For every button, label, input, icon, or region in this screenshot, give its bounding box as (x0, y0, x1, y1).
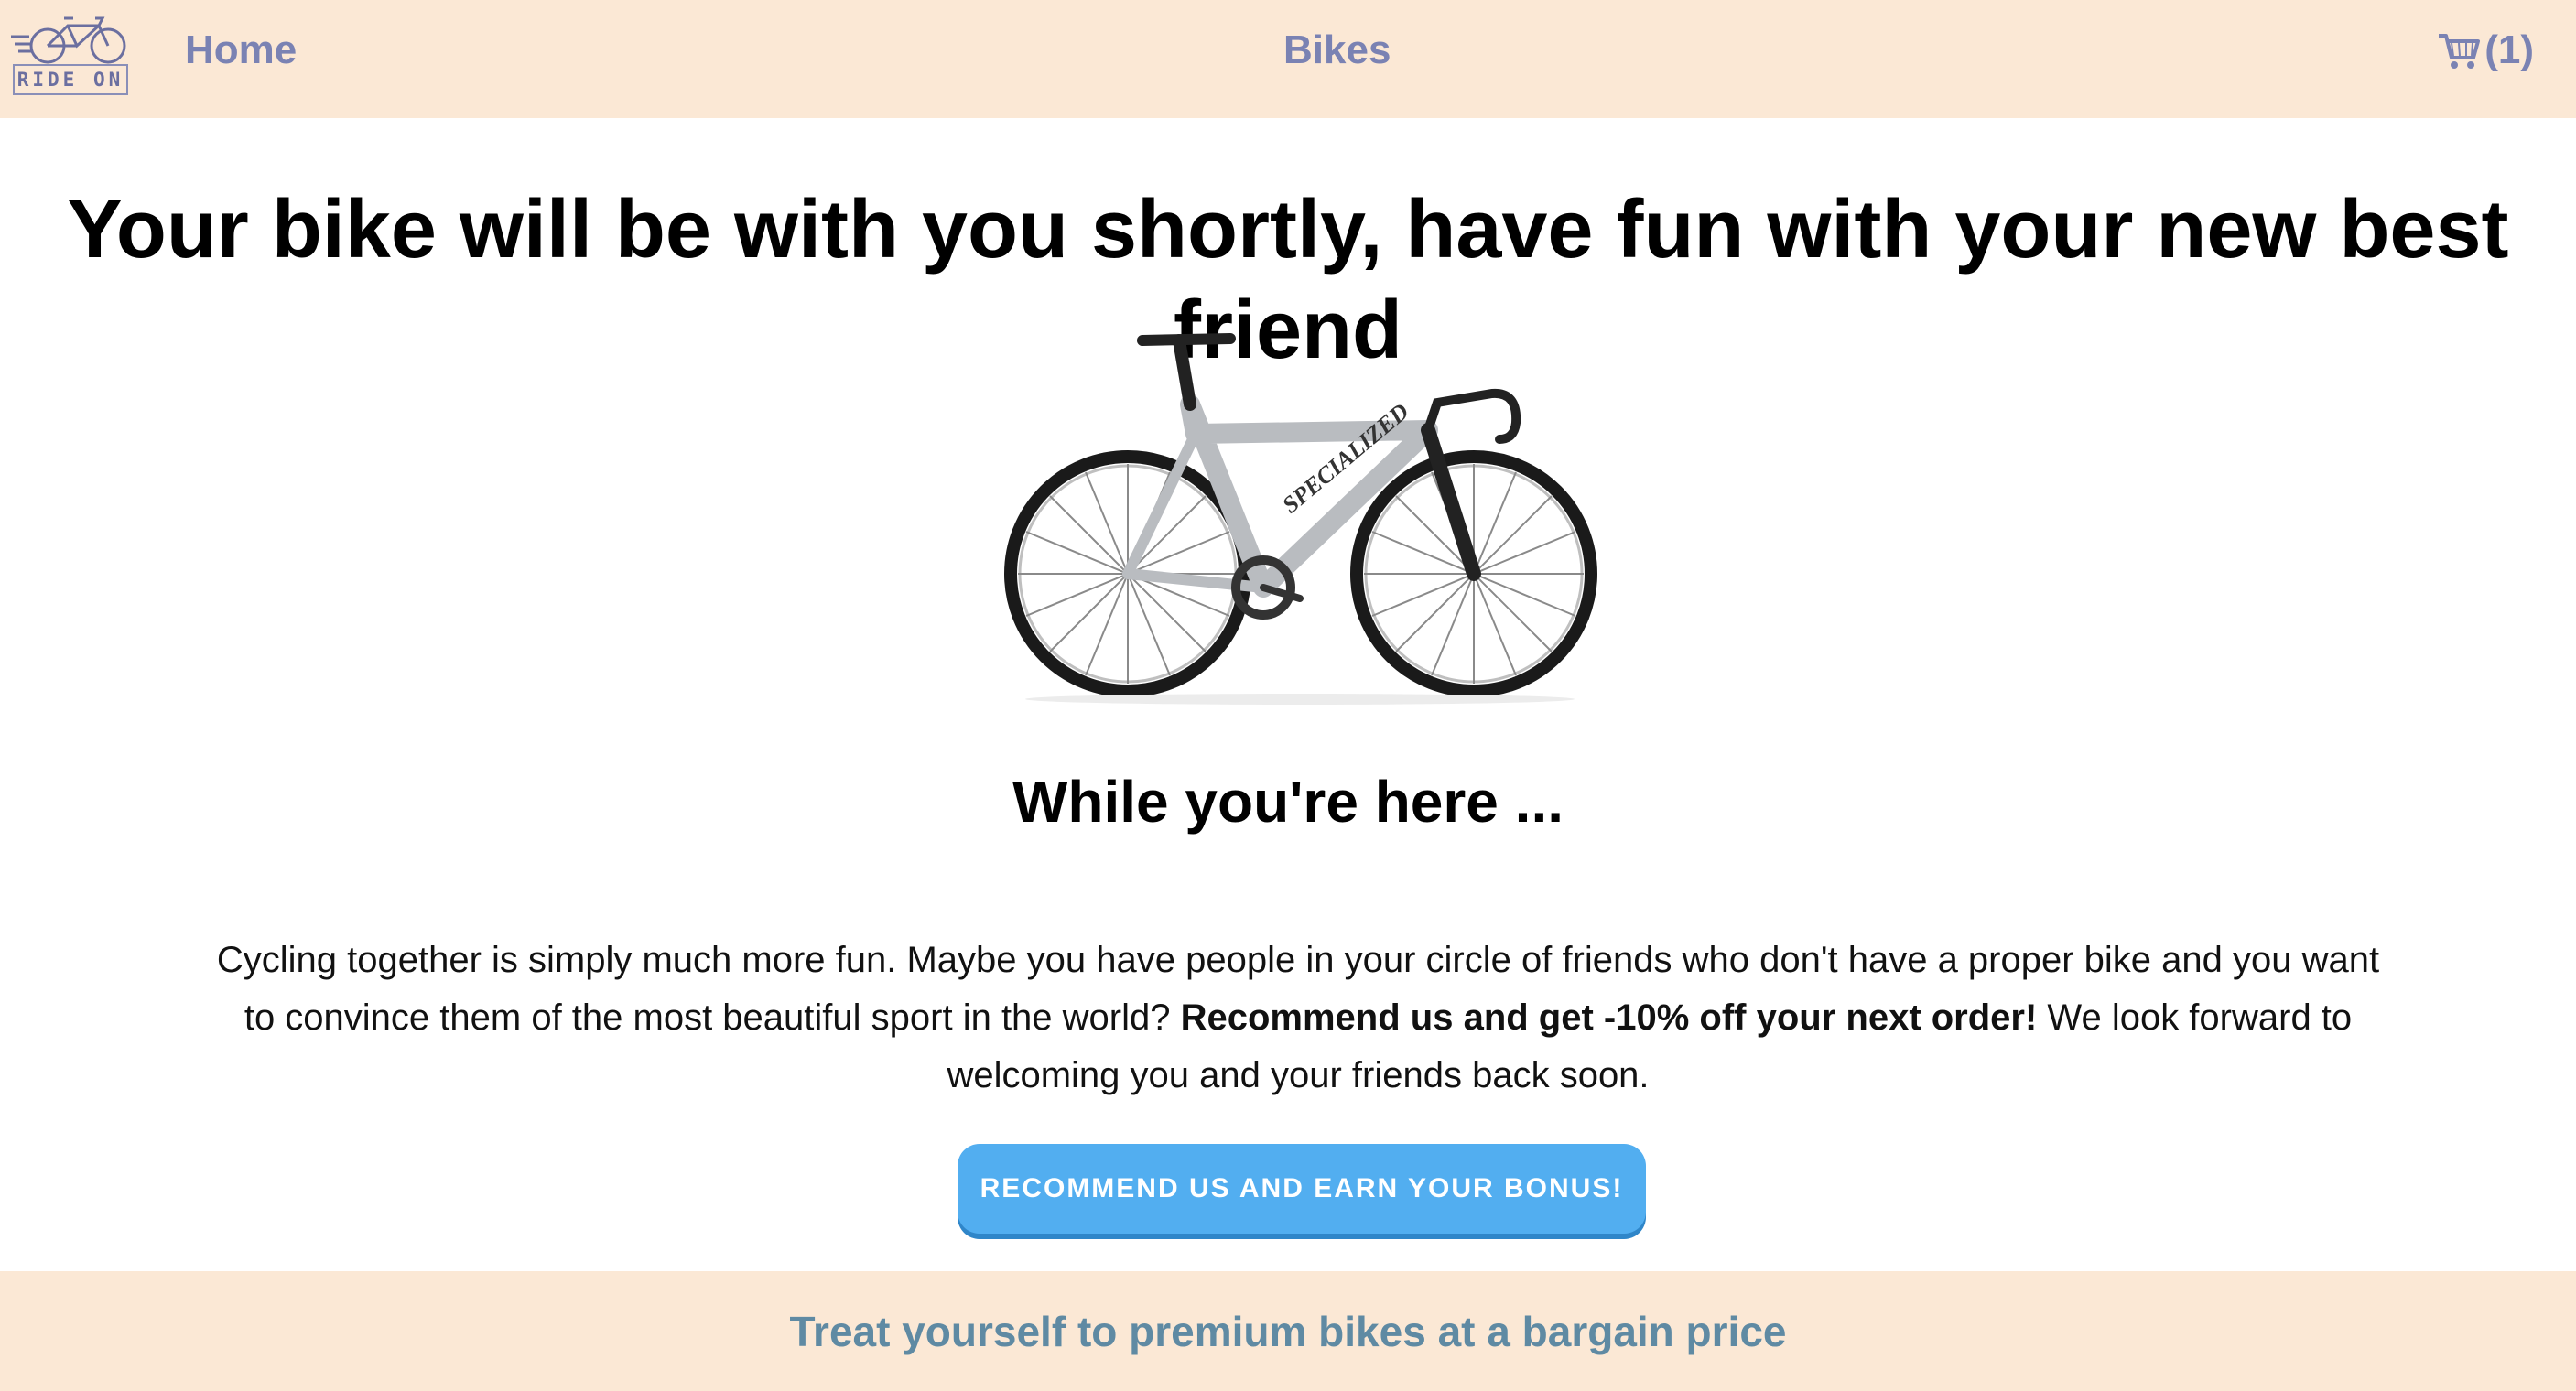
nav-link-bikes[interactable]: Bikes (1283, 27, 1391, 73)
recommend-us-button[interactable]: RECOMMEND US AND EARN YOUR BONUS! (958, 1144, 1646, 1234)
road-bike-image: SPECIALIZED (998, 322, 1602, 706)
footer: Treat yourself to premium bikes at a bar… (0, 1271, 2576, 1391)
referral-paragraph: Cycling together is simply much more fun… (201, 932, 2395, 1105)
ride-on-logo[interactable]: RIDE ON (11, 9, 135, 95)
cart-button[interactable]: (1) (2437, 27, 2534, 73)
bicycle-logo-icon (11, 16, 126, 64)
nav-link-home[interactable]: Home (185, 27, 297, 73)
shopping-cart-icon (2437, 30, 2481, 70)
top-navbar: RIDE ON Home Bikes (1) (0, 0, 2576, 118)
section-subheading: While you're here ... (1012, 769, 1564, 835)
footer-tagline: Treat yourself to premium bikes at a bar… (789, 1307, 1787, 1355)
logo-text: RIDE ON (13, 64, 128, 95)
cart-count: (1) (2484, 27, 2534, 72)
paragraph-bold-offer: Recommend us and get -10% off your next … (1180, 997, 2038, 1038)
